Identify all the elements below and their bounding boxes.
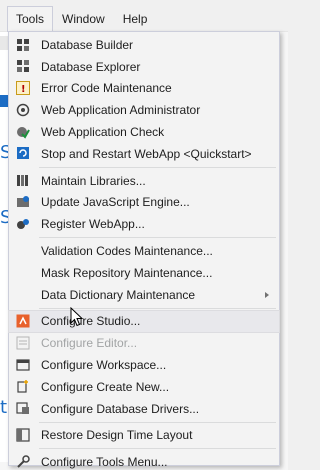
menu-item-label: Restore Design Time Layout bbox=[41, 428, 193, 443]
configure-workspace-icon bbox=[15, 357, 30, 372]
menu-item-label: Configure Create New... bbox=[41, 379, 170, 394]
configure-tools-menu-icon bbox=[15, 454, 30, 469]
menu-item-update-javascript-engine[interactable]: Update JavaScript Engine... bbox=[9, 192, 279, 214]
database-explorer-icon bbox=[15, 59, 30, 74]
submenu-arrow-icon bbox=[265, 291, 269, 298]
menu-separator bbox=[39, 448, 276, 450]
menu-item-restore-design-time-layout[interactable]: Restore Design Time Layout bbox=[9, 425, 279, 447]
configure-db-drivers-icon bbox=[15, 401, 30, 416]
menu-item-label: Web Application Administrator bbox=[41, 103, 201, 118]
libraries-icon bbox=[15, 173, 30, 188]
menu-bar: Tools Window Help bbox=[0, 0, 288, 32]
menu-item-label: Update JavaScript Engine... bbox=[41, 195, 190, 210]
menu-item-label: Stop and Restart WebApp <Quickstart> bbox=[41, 146, 252, 161]
menu-item-web-application-check[interactable]: Web Application Check bbox=[9, 121, 279, 143]
restore-layout-icon bbox=[15, 428, 30, 443]
menu-item-label: Data Dictionary Maintenance bbox=[41, 287, 196, 302]
menu-item-database-explorer[interactable]: Database Explorer bbox=[9, 56, 279, 78]
register-webapp-icon bbox=[15, 216, 30, 231]
menu-item-label: Database Explorer bbox=[41, 59, 141, 74]
svg-text:!: ! bbox=[21, 84, 26, 95]
menu-item-configure-editor: Configure Editor... bbox=[9, 332, 279, 354]
menu-item-label: Web Application Check bbox=[41, 125, 165, 140]
menubar-window[interactable]: Window bbox=[53, 6, 114, 32]
menu-item-configure-studio[interactable]: Configure Studio... bbox=[8, 309, 280, 334]
menubar-help[interactable]: Help bbox=[114, 6, 157, 32]
menu-item-label: Configure Database Drivers... bbox=[41, 401, 200, 416]
menubar-tools[interactable]: Tools bbox=[7, 6, 54, 32]
menu-item-label: Error Code Maintenance bbox=[41, 81, 172, 96]
error-code-icon: ! bbox=[15, 81, 30, 96]
menu-separator bbox=[39, 166, 276, 168]
menu-item-label: Configure Editor... bbox=[41, 336, 138, 351]
menu-item-data-dictionary-maintenance[interactable]: Data Dictionary Maintenance bbox=[9, 284, 279, 306]
menu-item-maintain-libraries[interactable]: Maintain Libraries... bbox=[9, 170, 279, 192]
configure-studio-icon bbox=[15, 314, 30, 329]
menu-separator bbox=[39, 421, 276, 423]
svg-text:t: t bbox=[0, 397, 7, 418]
menu-item-label: Database Builder bbox=[41, 37, 134, 52]
menu-separator bbox=[39, 237, 276, 239]
update-js-icon bbox=[15, 195, 30, 210]
menu-item-configure-database-drivers[interactable]: Configure Database Drivers... bbox=[9, 398, 279, 420]
menu-item-web-application-administrator[interactable]: Web Application Administrator bbox=[9, 99, 279, 121]
menu-item-label: Maintain Libraries... bbox=[41, 173, 146, 188]
menu-item-configure-tools-menu[interactable]: Configure Tools Menu... bbox=[9, 451, 279, 470]
web-app-check-icon bbox=[15, 124, 30, 139]
menu-item-label: Mask Repository Maintenance... bbox=[41, 265, 213, 280]
menu-item-configure-create-new[interactable]: Configure Create New... bbox=[9, 376, 279, 398]
configure-create-new-icon bbox=[15, 379, 30, 394]
menu-item-validation-codes-maintenance[interactable]: Validation Codes Maintenance... bbox=[9, 240, 279, 262]
restart-icon bbox=[15, 146, 30, 161]
configure-editor-icon bbox=[15, 335, 30, 350]
mouse-pointer-icon bbox=[70, 307, 84, 327]
menu-item-error-code-maintenance[interactable]: ! Error Code Maintenance bbox=[9, 78, 279, 100]
menu-item-register-webapp[interactable]: Register WebApp... bbox=[9, 213, 279, 235]
web-app-admin-icon bbox=[15, 102, 30, 117]
menu-item-mask-repository-maintenance[interactable]: Mask Repository Maintenance... bbox=[9, 262, 279, 284]
menu-item-label: Configure Studio... bbox=[41, 314, 141, 329]
menu-item-configure-workspace[interactable]: Configure Workspace... bbox=[9, 354, 279, 376]
menu-item-label: Register WebApp... bbox=[41, 217, 145, 232]
menu-item-label: Configure Workspace... bbox=[41, 358, 167, 373]
menu-item-database-builder[interactable]: Database Builder bbox=[9, 34, 279, 56]
tools-dropdown-menu: Database Builder Database Explorer! Error … bbox=[8, 31, 280, 469]
menu-item-label: Configure Tools Menu... bbox=[41, 455, 168, 470]
database-builder-icon bbox=[15, 37, 30, 52]
menu-item-stop-and-restart-webapp[interactable]: Stop and Restart WebApp <Quickstart> bbox=[9, 143, 279, 165]
menu-item-label: Validation Codes Maintenance... bbox=[41, 244, 213, 259]
